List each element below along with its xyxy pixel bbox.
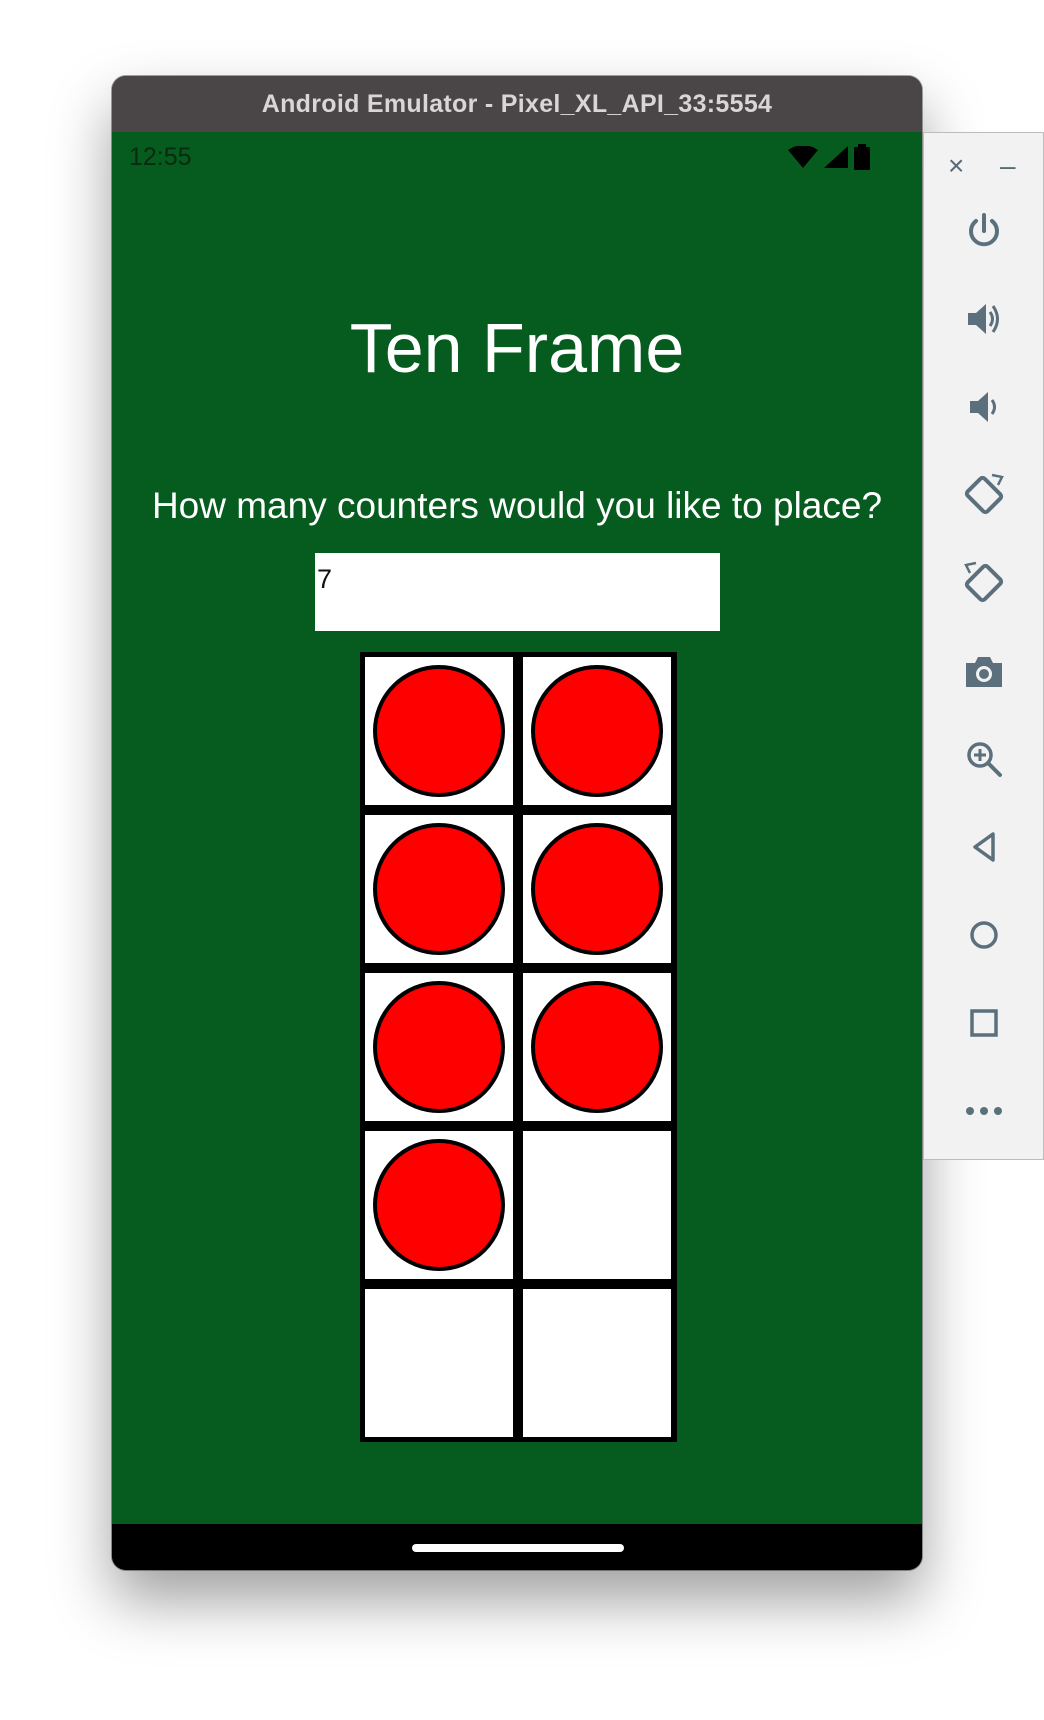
overview-icon [970,1009,998,1037]
toolbar-window-controls: × – [924,151,1043,181]
ten-frame-cell [523,815,671,963]
red-counter [373,1139,505,1271]
status-time: 12:55 [129,143,192,171]
volume-down-button[interactable] [960,383,1008,431]
status-icons [788,144,870,170]
counters-prompt: How many counters would you like to plac… [151,485,883,526]
emulator-toolbar: × – [923,132,1044,1160]
ten-frame-cell [365,815,513,963]
phone-screen: 12:55 Ten Frame How many counters would … [112,132,922,1570]
red-counter [531,665,663,797]
rotate-right-button[interactable] [960,559,1008,607]
red-counter [373,665,505,797]
screenshot-button[interactable] [960,647,1008,695]
ten-frame-cell [365,1131,513,1279]
zoom-icon [967,742,1002,777]
rotate-right-icon [964,561,1004,603]
zoom-button[interactable] [960,735,1008,783]
counters-input-value: 7 [317,564,333,594]
ten-frame-grid [360,652,677,1442]
volume-down-icon [970,392,996,422]
more-button[interactable] [960,1087,1008,1135]
red-counter [531,823,663,955]
back-button[interactable] [960,823,1008,871]
home-button[interactable] [960,911,1008,959]
stage: Android Emulator - Pixel_XL_API_33:5554 … [0,0,1044,1720]
overview-button[interactable] [960,999,1008,1047]
ten-frame-cell [523,657,671,805]
power-button[interactable] [960,207,1008,255]
cell-signal-icon [824,146,848,168]
home-handle[interactable] [412,1544,624,1552]
toolbar-close-button[interactable]: × [948,151,964,181]
app-title: Ten Frame [349,309,685,387]
ten-frame-cell [365,973,513,1121]
rotate-left-icon [964,473,1004,515]
red-counter [531,981,663,1113]
red-counter [373,823,505,955]
wifi-icon [788,146,818,168]
volume-up-icon [968,304,999,334]
ten-frame-cell [523,973,671,1121]
ten-frame-cell [523,1131,671,1279]
ten-frame-cell [365,1289,513,1437]
camera-icon [966,657,1002,687]
counters-input[interactable]: 7 [315,553,720,631]
gesture-nav-bar [112,1524,922,1570]
volume-up-button[interactable] [960,295,1008,343]
battery-icon [854,144,870,170]
rotate-left-button[interactable] [960,471,1008,519]
back-icon [973,832,995,862]
power-icon [969,213,999,247]
window-titlebar[interactable]: Android Emulator - Pixel_XL_API_33:5554 [112,76,922,132]
toolbar-minimize-button[interactable]: – [1000,151,1016,181]
red-counter [373,981,505,1113]
ten-frame-cell [523,1289,671,1437]
window-title: Android Emulator - Pixel_XL_API_33:5554 [261,89,773,118]
emulator-window: Android Emulator - Pixel_XL_API_33:5554 … [112,76,922,1570]
home-icon [970,921,998,949]
more-icon [966,1107,1002,1115]
ten-frame-cell [365,657,513,805]
status-bar: 12:55 [112,132,922,182]
